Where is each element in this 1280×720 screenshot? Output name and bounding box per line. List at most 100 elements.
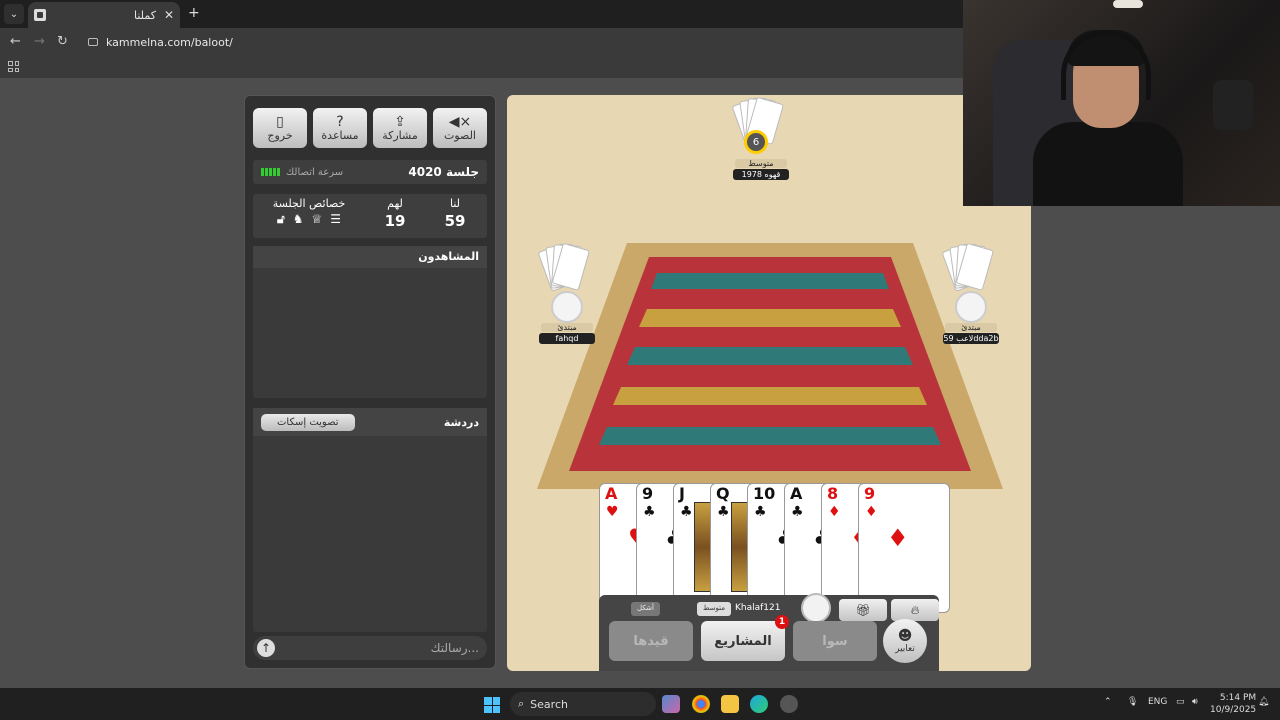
sawa-button[interactable]: سوا (793, 621, 877, 661)
scoreboard: خصائص الجلسة لهم لنا 🔓︎ ♞ ♕ ☰ 19 59 (253, 194, 487, 238)
card-rank: 9 (642, 484, 654, 503)
top-player-level: متوسط (735, 159, 787, 168)
mic-tray-icon[interactable]: 🎙︎ (1127, 697, 1138, 707)
fire-button[interactable]: 🔥︎ (891, 599, 939, 621)
left-player-avatar[interactable] (551, 291, 583, 323)
card-rank: 9 (864, 484, 876, 503)
url-text: kammelna.com/baloot/ (106, 35, 233, 49)
microphone-icon (1213, 80, 1253, 130)
chat-title: دردشة (443, 415, 479, 429)
left-player: مبتدئ fahqd (529, 241, 605, 344)
new-tab-button[interactable]: + (188, 5, 200, 21)
session-row: سرعة اتصالك جلسة 4020 (253, 160, 487, 184)
card-suit-icon: ♣ (643, 504, 656, 520)
horse-icon: ♞ (292, 212, 304, 226)
vote-mute-button[interactable]: تصويت إسكات (261, 413, 355, 431)
copilot-icon[interactable] (662, 695, 680, 713)
emotes-label: تعابير (895, 644, 915, 654)
left-player-name: fahqd (539, 333, 595, 344)
lock-icon: 🔓︎ (276, 212, 285, 226)
card-suit-icon: ♦ (865, 504, 878, 520)
card-suit-icon: ♦ (828, 504, 841, 520)
tray-chevron-icon[interactable]: ⌃ (1104, 697, 1112, 707)
chrome-icon[interactable] (692, 695, 710, 713)
exit-button[interactable]: ▯ خروج (253, 108, 307, 148)
top-player: 6 متوسط قهوه 1978 (723, 95, 799, 180)
card-rank: Q (716, 484, 730, 503)
send-arrow-icon[interactable]: ↑ (257, 639, 275, 657)
sound-button[interactable]: ◀× الصوت (433, 108, 487, 148)
card-pip-icon: ♦ (887, 524, 909, 552)
self-name: Khalaf121 (735, 603, 781, 613)
search-label: Search (530, 697, 568, 711)
projects-label: المشاريع (714, 633, 772, 649)
them-score: 19 (384, 212, 406, 230)
session-title: جلسة 4020 (408, 165, 479, 179)
share-button[interactable]: ⇪ مشاركة (373, 108, 427, 148)
browser-tab[interactable]: كملنا ✕ (28, 2, 180, 28)
help-button[interactable]: ? مساعدة (313, 108, 367, 148)
game-board: 6 متوسط قهوه 1978 مبتدئ fahqd مبتدئ لاعب… (507, 95, 1031, 671)
apps-grid-icon[interactable] (8, 61, 19, 72)
reload-icon[interactable]: ↻ (57, 34, 68, 49)
card-rank: 10 (753, 484, 776, 503)
forward-icon[interactable]: → (34, 34, 45, 49)
back-icon[interactable]: ← (10, 34, 21, 49)
right-player-avatar[interactable] (955, 291, 987, 323)
chat-section: تصويت إسكات دردشة (253, 408, 487, 632)
watchers-title: المشاهدون (253, 246, 487, 268)
clock[interactable]: 5:14 PM 10/9/2025 (1210, 692, 1256, 716)
message-placeholder: رسالتك... (430, 641, 479, 655)
message-input[interactable]: ↑ رسالتك... (253, 636, 487, 660)
right-player: مبتدئ لاعب 59dda2b (933, 241, 1009, 344)
sound-label: الصوت (444, 128, 476, 142)
emotes-button[interactable]: ☻ تعابير (883, 619, 927, 663)
share-icon: ⇪ (394, 113, 406, 130)
file-explorer-icon[interactable] (721, 695, 739, 713)
site-info-icon[interactable] (88, 38, 98, 46)
turn-timer: 6 (744, 130, 768, 154)
volume-icon[interactable]: 🔊︎ (1192, 697, 1198, 707)
us-score: 59 (444, 212, 466, 230)
card-suit-icon: ♣ (717, 504, 730, 520)
card-rank: J (679, 484, 685, 503)
fire-icon: 🔥︎ (910, 602, 920, 617)
taskbar-search[interactable]: ⌕ Search (510, 692, 656, 716)
start-icon[interactable] (484, 697, 500, 713)
language-indicator[interactable]: ENG (1148, 697, 1167, 707)
top-player-name: قهوه 1978 (733, 169, 789, 180)
card-suit-icon: ♣ (754, 504, 767, 520)
right-player-name: لاعب 59dda2b (943, 333, 999, 344)
close-tab-icon[interactable]: ✕ (164, 8, 174, 22)
tab-list-button[interactable]: ⌄ (4, 4, 24, 24)
share-label: مشاركة (382, 128, 418, 142)
card-rank: A (605, 484, 618, 503)
trophy-icon: ♕ (311, 212, 323, 226)
gift-button[interactable]: 🎁︎ (839, 599, 887, 621)
player-hand: A♥♥9♣♣J♣Q♣10♣♣A♣♣8♦♦9♦♦ (599, 483, 950, 613)
card-suit-icon: ♥ (606, 504, 619, 520)
ashkal-chip[interactable]: أشكل (631, 602, 660, 616)
side-panel: ▯ خروج ? مساعدة ⇪ مشاركة ◀× الصوت سرعة ا… (244, 95, 496, 669)
list-icon: ☰ (330, 212, 342, 226)
self-level-chip: متوسط (697, 602, 731, 616)
edge-icon[interactable] (750, 695, 768, 713)
notification-icon[interactable]: 🔔︎ (1258, 697, 1269, 707)
projects-button[interactable]: المشاريع 1 (701, 615, 789, 661)
clock-time: 5:14 PM (1219, 693, 1257, 703)
address-bar[interactable]: kammelna.com/baloot/ (80, 31, 960, 53)
tab-title: كملنا (134, 8, 156, 22)
watchers-section: المشاهدون (253, 246, 487, 398)
windows-taskbar: ⌕ Search ⌃ 🎙︎ ENG ▭ 🔊︎ 5:14 PM 10/9/2025… (0, 688, 1280, 720)
self-avatar[interactable] (801, 593, 831, 623)
clock-date: 10/9/2025 (1210, 705, 1257, 715)
network-icon[interactable]: ▭ (1176, 697, 1185, 707)
mute-icon: ◀× (448, 113, 472, 130)
gift-icon: 🎁︎ (855, 603, 871, 617)
top-buttons: ▯ خروج ? مساعدة ⇪ مشاركة ◀× الصوت (253, 108, 487, 148)
qaydha-button[interactable]: قيدها (609, 621, 693, 661)
app-icon[interactable] (780, 695, 798, 713)
session-props-label: خصائص الجلسة (272, 197, 346, 210)
connection-label: سرعة اتصالك (286, 166, 344, 178)
hand-card[interactable]: 9 ♦ ♦ (858, 483, 950, 613)
